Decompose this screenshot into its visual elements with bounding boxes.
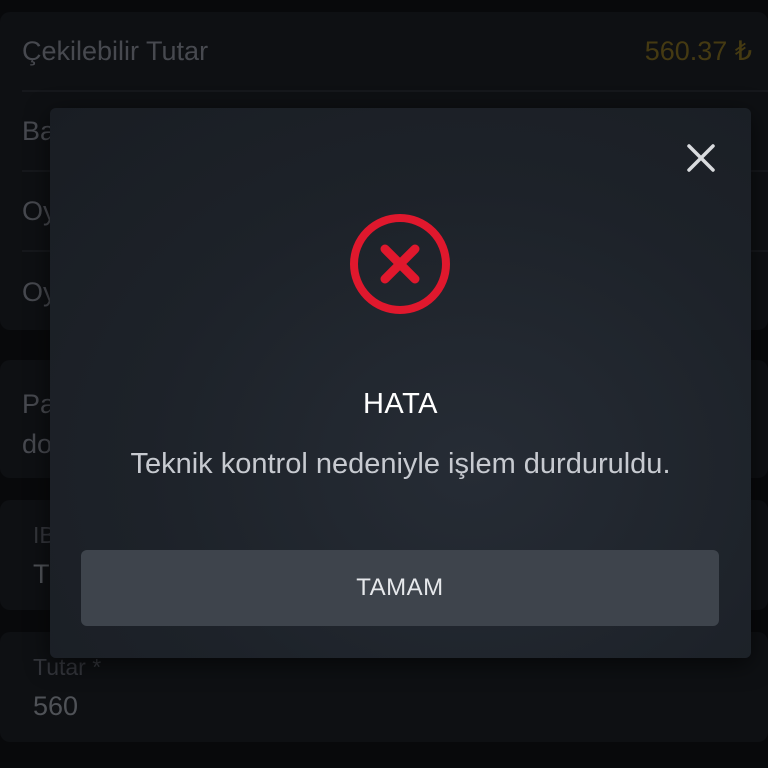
withdraw-page: Çekilebilir Tutar 560.37 ₺ Ba ● Oy Oy Pa… [0,0,768,768]
close-button[interactable] [681,138,721,178]
error-dialog: HATA Teknik kontrol nedeniyle işlem durd… [50,108,751,658]
dialog-title: HATA [362,388,439,420]
close-icon [687,144,715,172]
ok-button[interactable]: TAMAM [81,550,719,626]
error-circle-icon [350,214,450,314]
dialog-message: Teknik kontrol nedeniyle işlem durduruld… [130,448,671,480]
